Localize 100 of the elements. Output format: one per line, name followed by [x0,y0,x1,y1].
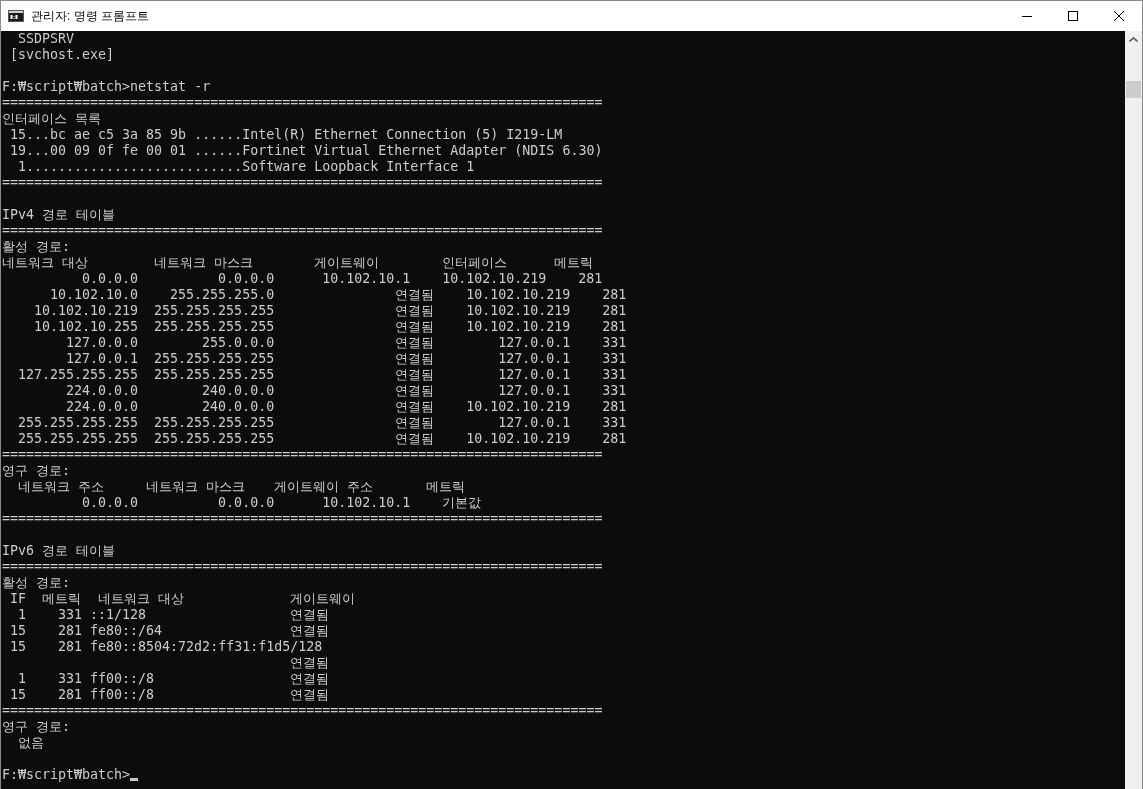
console-line: 19...00 09 0f fe 00 01 ......Fortinet Virtual Ethernet Adapter (NDIS 6.30) [9,143,604,159]
column-header: 네트워크 주소 [18,479,105,495]
scrollbar[interactable] [1125,31,1142,789]
table-cell-text: 255.0.0.0 [201,335,275,351]
console-line: F:₩script₩batch>netstat -r [2,79,212,95]
terminal-app-icon [8,10,24,22]
console-line: IPv6 경로 테이블 [2,543,117,559]
table-cell-text: 255.255.255.255 [153,351,275,367]
table-cell-text: 255.255.255.255 [153,415,275,431]
column-header: 네트워크 마스크 [154,255,255,271]
table-cell-text: 127.255.255.255 [17,367,139,383]
console-line: =========================================================================== [2,223,604,239]
table-cell-text: 1 [17,607,26,623]
table-cell-text: 10.102.10.0 [49,287,139,303]
table-cell-text: 15 [9,687,26,703]
table-cell-text: 255.255.255.255 [153,367,275,383]
table-cell-text: 331 [601,335,627,351]
minimize-icon [1022,15,1032,17]
console-line: 영구 경로: [2,463,71,479]
table-cell-text: 255.255.255.255 [153,319,275,335]
table-cell-text: 연결됨 [394,319,435,335]
table-cell-text: 10.102.10.1 [321,271,411,287]
console-line: =========================================================================== [2,703,604,719]
console-line: 영구 경로: [2,719,71,735]
table-cell-text: 10.102.10.219 [465,319,571,335]
column-header: 네트워크 대상 [2,255,89,271]
column-header: 인터페이스 [442,255,509,271]
table-cell: 연결됨 [290,623,330,639]
table-cell: fe80::8504:72d2:ff31:f1d5/128 [90,639,323,655]
table-cell-text: 연결됨 [394,431,435,447]
table-cell: 연결됨 [290,607,330,623]
table-cell-text: 0.0.0.0 [217,271,275,287]
console-line: [svchost.exe] [9,47,116,63]
table-cell-text: 연결됨 [394,415,435,431]
scrollbar-thumb[interactable] [1126,81,1141,98]
table-cell-text: 281 [601,303,627,319]
column-header: 게이트웨이 주소 [274,479,375,495]
table-cell-text: 연결됨 [394,367,435,383]
table-cell-text: 281 [577,271,603,287]
table-cell-text: ff00::/8 [90,671,156,687]
table-cell-text: 281 [57,687,83,703]
console-line: 인터페이스 목록 [2,111,102,127]
table-cell-text: 331 [601,367,627,383]
table-cell-text: 255.255.255.255 [153,431,275,447]
console-line: =========================================================================== [2,95,604,111]
table-cell-text: 240.0.0.0 [201,399,275,415]
table-cell-text: 연결됨 [394,383,435,399]
table-cell-text: 연결됨 [394,335,435,351]
table-cell-text: 224.0.0.0 [65,399,139,415]
console-line: 활성 경로: [2,239,71,255]
table-cell-text: 331 [601,351,627,367]
table-cell-text: 연결됨 [394,287,435,303]
table-cell: 연결됨 [290,655,330,671]
table-cell-text: 0.0.0.0 [81,495,139,511]
table-cell-text: 연결됨 [394,303,435,319]
table-cell-text: 10.102.10.1 [321,495,411,511]
table-cell-text: 224.0.0.0 [65,383,139,399]
table-cell-text: 10.102.10.219 [441,271,547,287]
table-cell-text: 281 [57,623,83,639]
console-line: 없음 [17,735,45,751]
console-line: =========================================================================== [2,559,604,575]
table-cell-text: 10.102.10.219 [465,431,571,447]
window-title: 관리자: 명령 프롬프트 [31,8,149,25]
table-cell-text: 10.102.10.219 [33,303,139,319]
table-cell-text: 331 [57,671,83,687]
table-cell: 연결됨 [290,687,330,703]
table-cell-text: 281 [601,319,627,335]
column-header: 메트릭 [554,255,594,271]
console-line: 활성 경로: [2,575,71,591]
close-icon [1114,11,1124,21]
table-cell-text: 0.0.0.0 [217,495,275,511]
table-cell-text: 127.0.0.0 [65,335,139,351]
console-line: IPv4 경로 테이블 [2,207,117,223]
table-cell-text: 281 [57,639,83,655]
table-cell-text: 15 [9,639,26,655]
table-cell-text: ::1/128 [90,607,148,623]
console-line: 1...........................Software Loopback Interface 1 [17,159,476,175]
table-cell-text: 127.0.0.1 [65,351,139,367]
table-cell-text: 연결됨 [394,351,435,367]
table-cell-text: 127.0.0.1 [497,367,571,383]
command-prompt: F:₩script₩batch> [2,767,131,783]
maximize-icon [1068,11,1078,21]
table-cell-text: 0.0.0.0 [81,271,139,287]
table-cell-text: 127.0.0.1 [497,415,571,431]
column-header: 네트워크 마스크 [146,479,247,495]
table-cell-text: 255.255.255.255 [17,415,139,431]
console-line: =========================================================================== [2,447,604,463]
table-cell-text: 255.255.255.255 [17,431,139,447]
table-cell-text: 240.0.0.0 [201,383,275,399]
table-cell-text: 1 [17,671,26,687]
table-cell-text: 281 [601,399,627,415]
table-cell-text: 255.255.255.0 [169,287,275,303]
table-cell-text: 281 [601,287,627,303]
table-cell-text: 127.0.0.1 [497,383,571,399]
table-cell-text: 331 [57,607,83,623]
table-cell-text: 255.255.255.255 [153,303,275,319]
table-cell-text: 10.102.10.219 [465,399,571,415]
column-header: 게이트웨이 [290,591,356,607]
column-header: IF [10,591,27,607]
table-cell-text: 10.102.10.219 [465,303,571,319]
